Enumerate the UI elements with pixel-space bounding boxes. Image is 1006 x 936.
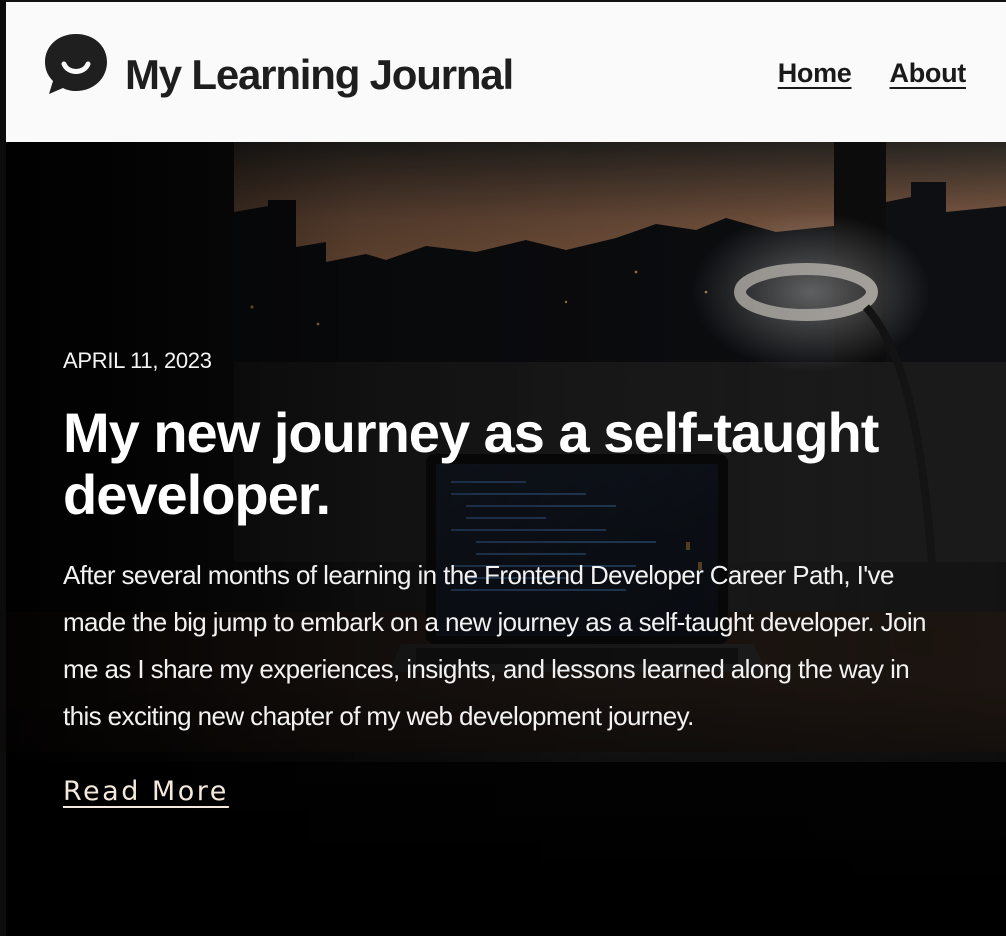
main-nav: Home About <box>778 60 967 87</box>
site-header: My Learning Journal Home About <box>6 2 1006 142</box>
featured-post-content: APRIL 11, 2023 My new journey as a self-… <box>63 348 943 806</box>
browser-viewport: My Learning Journal Home About APRIL 11,… <box>0 0 1006 936</box>
chat-bubble-smile-icon[interactable] <box>44 32 108 96</box>
nav-link-about[interactable]: About <box>890 60 967 87</box>
read-more-link[interactable]: Read More <box>63 778 229 805</box>
post-date: APRIL 11, 2023 <box>63 348 212 373</box>
post-excerpt: After several months of learning in the … <box>63 560 927 731</box>
nav-link-home[interactable]: Home <box>778 60 852 87</box>
post-title[interactable]: My new journey as a self-taught develope… <box>63 402 953 526</box>
site-title[interactable]: My Learning Journal <box>125 54 514 96</box>
hero-featured-post: APRIL 11, 2023 My new journey as a self-… <box>6 142 1006 936</box>
